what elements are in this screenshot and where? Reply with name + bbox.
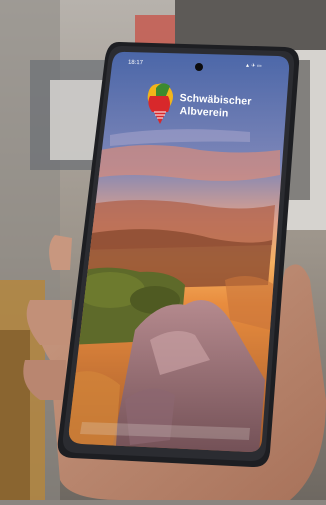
- status-icons: ▲ ✈ ▭: [244, 62, 262, 70]
- app-logo-text-line2: Albverein: [179, 105, 229, 120]
- status-time: 18:17: [127, 59, 144, 67]
- background-photo: [0, 0, 326, 500]
- camera-hole: [195, 63, 203, 71]
- photo-scene: 18:17 ▲ ✈ ▭ Schwäbischer Albverein: [0, 0, 326, 500]
